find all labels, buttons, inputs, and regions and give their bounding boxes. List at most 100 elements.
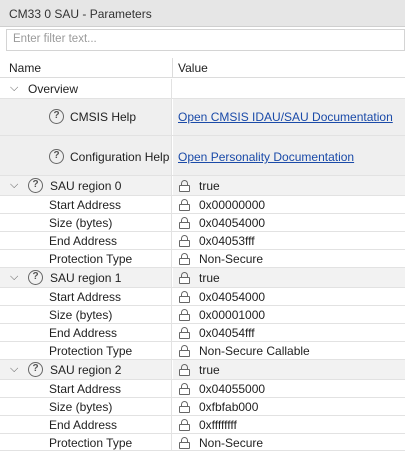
tree-row-size-bytes[interactable]: Size (bytes) 0xfbfab000 [0,398,405,416]
value-cell[interactable]: 0xffffffff [173,416,405,433]
window-title-bar: CM33 0 SAU - Parameters [0,0,405,27]
region-label: SAU region 2 [50,363,122,377]
field-label: End Address [49,418,118,432]
value-cell[interactable]: 0x04053fff [173,232,405,249]
lock-icon [179,419,190,431]
field-label: Start Address [49,382,122,396]
tree-row-end-address[interactable]: End Address 0x04053fff [0,232,405,250]
name-cell: ? Configuration Help [0,136,172,175]
lock-icon [179,364,190,376]
column-header: Name Value [0,58,405,78]
value-cell[interactable]: Non-Secure [173,250,405,267]
tree-row-protection-type[interactable]: Protection Type Non-Secure Callable [0,342,405,360]
personality-doc-link[interactable]: Open Personality Documentation [178,150,354,164]
field-label: Start Address [49,198,122,212]
name-cell: ⌵ ? SAU region 2 [0,360,172,379]
tree-row-start-address[interactable]: Start Address 0x00000000 [0,196,405,214]
tree-row-sau-region-0[interactable]: ⌵ ? SAU region 0 true [0,176,405,196]
column-header-value[interactable]: Value [178,61,208,75]
tree-row-configuration-help[interactable]: ? Configuration Help Open Personality Do… [0,136,405,176]
field-label: End Address [49,234,118,248]
field-value: 0x00001000 [199,308,266,322]
lock-icon [179,437,190,449]
value-cell[interactable]: Non-Secure Callable [173,342,405,359]
value-cell[interactable]: 0x00001000 [173,306,405,323]
tree-row-start-address[interactable]: Start Address 0x04055000 [0,380,405,398]
region-enabled-value: true [199,271,220,285]
lock-icon [179,345,190,357]
value-cell[interactable]: 0x04054000 [173,214,405,231]
value-cell[interactable]: true [173,176,405,195]
value-cell[interactable]: 0x04054fff [173,324,405,341]
tree-row-sau-region-1[interactable]: ⌵ ? SAU region 1 true [0,268,405,288]
lock-icon [179,383,190,395]
region-enabled-value: true [199,179,220,193]
chevron-down-icon[interactable]: ⌵ [10,363,18,376]
tree-row-end-address[interactable]: End Address 0x04054fff [0,324,405,342]
region-enabled-value: true [199,363,220,377]
cmsis-doc-link[interactable]: Open CMSIS IDAU/SAU Documentation [178,110,393,124]
lock-icon [179,327,190,339]
field-value: 0x04053fff [199,234,255,248]
field-value: 0x00000000 [199,198,266,212]
name-cell: ? CMSIS Help [0,99,172,135]
tree-row-overview[interactable]: ⌵ Overview [0,79,405,99]
tree-row-size-bytes[interactable]: Size (bytes) 0x00001000 [0,306,405,324]
column-divider[interactable] [172,58,173,78]
column-header-name[interactable]: Name [9,61,41,75]
name-cell: Protection Type [0,250,172,267]
value-cell: Open CMSIS IDAU/SAU Documentation [173,99,405,135]
tree-row-sau-region-2[interactable]: ⌵ ? SAU region 2 true [0,360,405,380]
lock-icon [179,401,190,413]
field-label: Size (bytes) [49,400,113,414]
tree-row-cmsis-help[interactable]: ? CMSIS Help Open CMSIS IDAU/SAU Documen… [0,99,405,136]
field-value: 0x04054000 [199,216,266,230]
name-cell: Size (bytes) [0,214,172,231]
field-value: Non-Secure Callable [199,344,310,358]
value-cell[interactable]: 0x00000000 [173,196,405,213]
chevron-down-icon[interactable]: ⌵ [10,82,18,95]
lock-icon [179,253,190,265]
filter-input[interactable] [13,33,404,45]
tree-row-protection-type[interactable]: Protection Type Non-Secure [0,250,405,268]
help-icon: ? [28,178,43,193]
field-value: 0x04055000 [199,382,266,396]
help-icon: ? [49,109,64,124]
field-value: Non-Secure [199,436,264,450]
tree-row-size-bytes[interactable]: Size (bytes) 0x04054000 [0,214,405,232]
name-cell: Protection Type [0,342,172,359]
region-label: SAU region 0 [50,179,122,193]
value-cell[interactable]: true [173,268,405,287]
help-icon: ? [49,149,64,164]
field-value: 0x04054000 [199,290,266,304]
name-cell: ⌵ Overview [0,79,172,98]
name-cell: ⌵ ? SAU region 1 [0,268,172,287]
lock-icon [179,291,190,303]
window-title: CM33 0 SAU - Parameters [9,7,152,21]
chevron-down-icon[interactable]: ⌵ [10,179,18,192]
value-cell[interactable]: true [173,360,405,379]
chevron-down-icon[interactable]: ⌵ [10,271,18,284]
name-cell: End Address [0,416,172,433]
field-label: Protection Type [49,252,133,266]
help-icon: ? [28,270,43,285]
tree-row-protection-type[interactable]: Protection Type Non-Secure [0,434,405,451]
value-cell[interactable]: 0xfbfab000 [173,398,405,415]
field-value: 0xffffffff [199,418,237,432]
tree-row-end-address[interactable]: End Address 0xffffffff [0,416,405,434]
field-value: Non-Secure [199,252,264,266]
name-cell: End Address [0,232,172,249]
name-cell: End Address [0,324,172,341]
name-cell: Size (bytes) [0,398,172,415]
value-cell[interactable]: 0x04054000 [173,288,405,305]
filter-field[interactable] [6,29,405,51]
lock-icon [179,217,190,229]
value-cell [173,79,405,98]
name-cell: Protection Type [0,434,172,450]
value-cell: Open Personality Documentation [173,136,405,175]
value-cell[interactable]: Non-Secure [173,434,405,450]
tree-row-start-address[interactable]: Start Address 0x04054000 [0,288,405,306]
field-label: Start Address [49,290,122,304]
lock-icon [179,180,190,192]
value-cell[interactable]: 0x04055000 [173,380,405,397]
